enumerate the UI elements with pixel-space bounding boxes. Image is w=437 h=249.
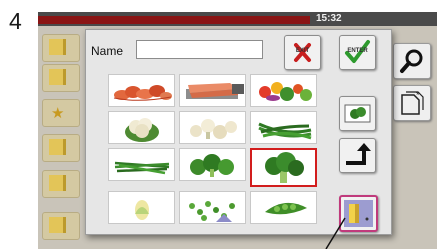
callout-pointer-line [325,217,346,249]
